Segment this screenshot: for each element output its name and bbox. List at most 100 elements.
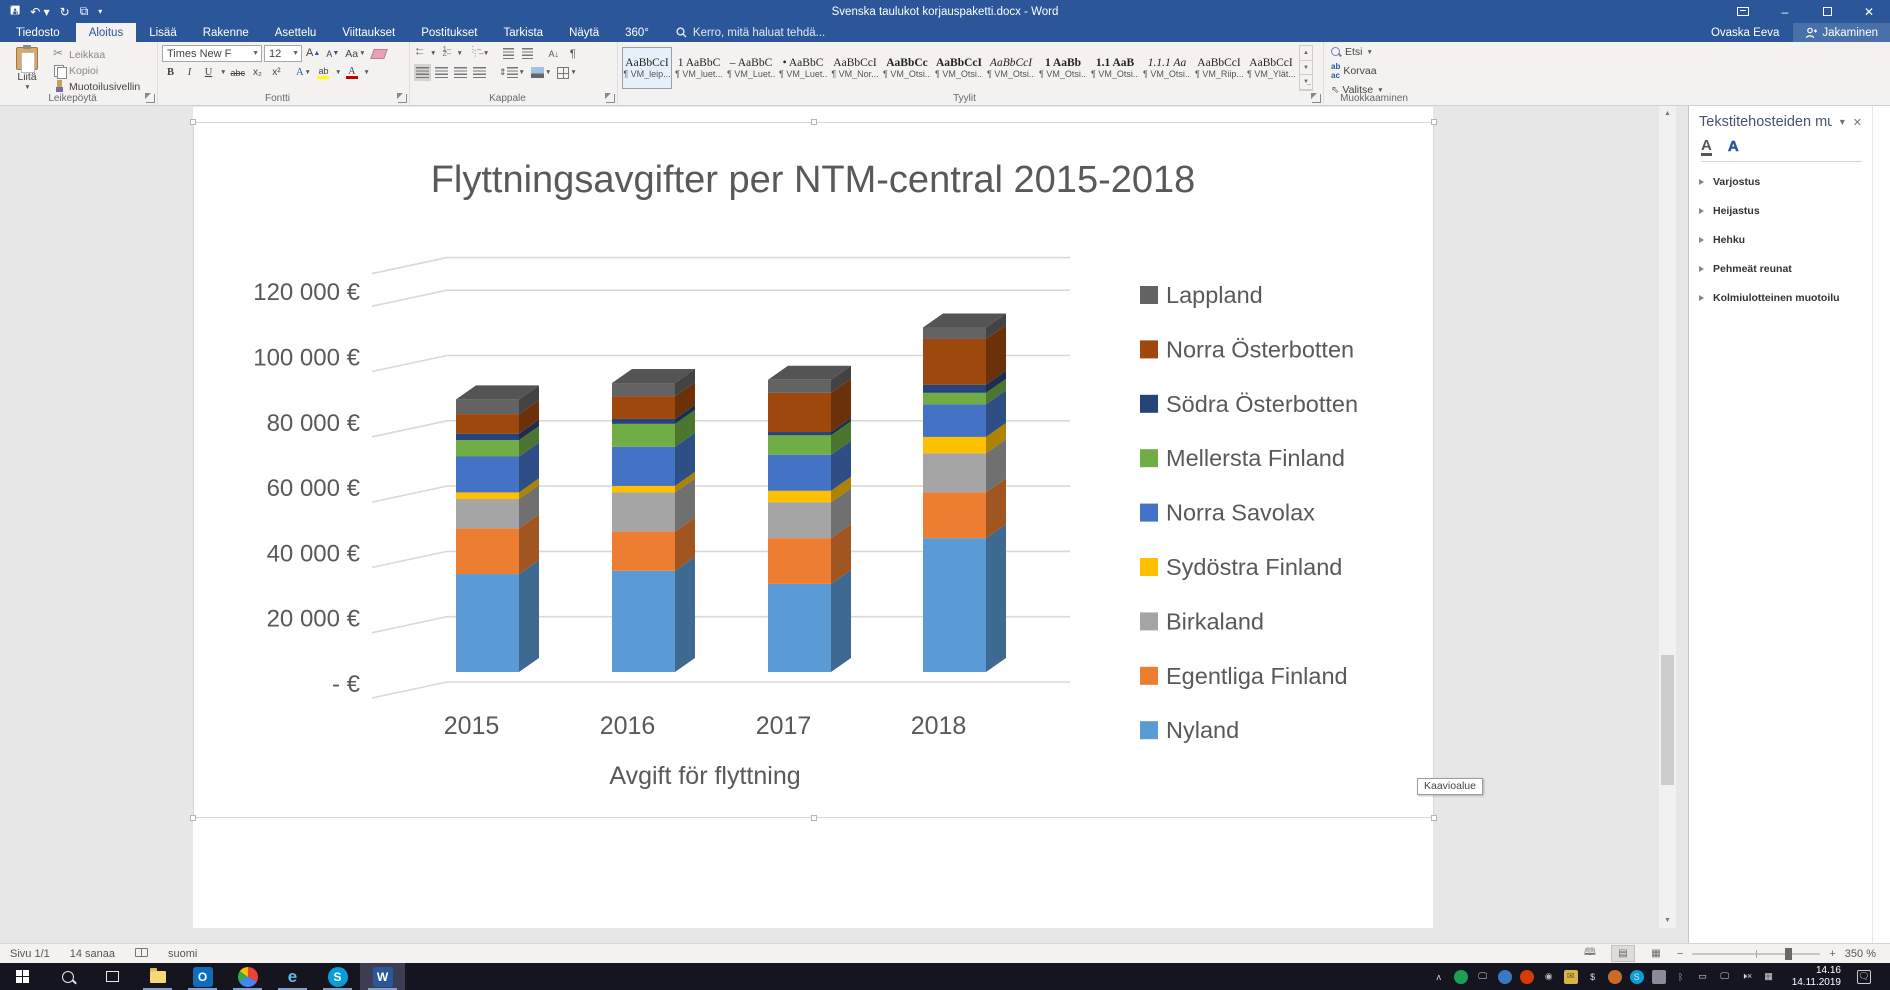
- notification-center-icon[interactable]: 🗨: [1857, 970, 1871, 984]
- zoom-in-button[interactable]: +: [1829, 948, 1835, 960]
- text-effects-tab-icon[interactable]: A: [1728, 138, 1739, 156]
- selection-handle[interactable]: [190, 815, 196, 821]
- mail-tray-icon[interactable]: ✉: [1564, 970, 1578, 984]
- security-tray-icon[interactable]: [1520, 970, 1534, 984]
- clear-formatting-button[interactable]: [370, 45, 388, 62]
- superscript-button[interactable]: x²: [268, 64, 285, 81]
- style-chip[interactable]: AaBbCcI¶ VM_Nor...: [830, 47, 880, 89]
- subscript-button[interactable]: x₂: [249, 64, 266, 81]
- line-spacing-button[interactable]: ⇕▼: [497, 64, 527, 81]
- justify-button[interactable]: [471, 64, 488, 81]
- language-indicator[interactable]: suomi: [158, 948, 207, 960]
- bluetooth-tray-icon[interactable]: ᛒ: [1674, 970, 1688, 984]
- expand-triangle-icon[interactable]: [1699, 179, 1704, 185]
- change-case-button[interactable]: Aa▼: [343, 45, 367, 62]
- styles-scroll-up-icon[interactable]: ▲: [1300, 46, 1312, 61]
- style-chip[interactable]: • AaBbC¶ VM_Luet...: [778, 47, 828, 89]
- scroll-down-icon[interactable]: ▼: [1659, 913, 1676, 928]
- zoom-slider[interactable]: [1692, 953, 1820, 955]
- style-chip[interactable]: – AaBbC¶ VM_Luet...: [726, 47, 776, 89]
- antivirus-tray-icon[interactable]: [1454, 970, 1468, 984]
- pane-item-heijastus[interactable]: Heijastus: [1699, 205, 1862, 217]
- style-chip[interactable]: AaBbCcI¶ VM_Otsi...: [934, 47, 984, 89]
- tab-aloitus[interactable]: Aloitus: [76, 23, 137, 42]
- styles-dialog-launcher[interactable]: [1312, 94, 1321, 103]
- tab-asettelu[interactable]: Asettelu: [262, 23, 330, 42]
- selection-handle[interactable]: [811, 815, 817, 821]
- pane-close-icon[interactable]: ✕: [1853, 116, 1862, 129]
- page-indicator[interactable]: Sivu 1/1: [0, 948, 60, 960]
- internet-explorer-icon[interactable]: e: [270, 963, 315, 990]
- tell-me-search[interactable]: Kerro, mitä haluat tehdä...: [676, 23, 825, 42]
- updates-tray-icon[interactable]: [1608, 970, 1622, 984]
- pane-scrollbar[interactable]: [1873, 106, 1890, 943]
- network-tray-icon[interactable]: 🖵: [1718, 970, 1732, 984]
- show-formatting-button[interactable]: ¶: [564, 45, 581, 62]
- style-chip[interactable]: 1.1.1 Aa¶ VM_Otsi...: [1142, 47, 1192, 89]
- tab-tiedosto[interactable]: Tiedosto: [0, 23, 76, 42]
- signed-in-user[interactable]: Ovaska Eeva: [1697, 27, 1793, 39]
- vpn-tray-icon[interactable]: [1652, 970, 1666, 984]
- style-chip[interactable]: AaBbCcI¶ VM_Ylät...: [1246, 47, 1296, 89]
- style-chip[interactable]: AaBbCcI¶ VM_leip...: [622, 47, 672, 89]
- selection-handle[interactable]: [811, 119, 817, 125]
- multilevel-list-button[interactable]: ⋮– ⋮–▼: [467, 45, 491, 62]
- tab-lisää[interactable]: Lisää: [136, 23, 190, 42]
- display-tray-icon[interactable]: 🖵: [1476, 970, 1490, 984]
- vertical-scroll-thumb[interactable]: [1661, 655, 1674, 785]
- font-color-button[interactable]: A: [343, 64, 360, 81]
- align-right-button[interactable]: [452, 64, 469, 81]
- sync-tray-icon[interactable]: [1498, 970, 1512, 984]
- pane-item-varjostus[interactable]: Varjostus: [1699, 176, 1862, 188]
- bold-button[interactable]: B: [162, 64, 179, 81]
- expand-triangle-icon[interactable]: [1699, 237, 1704, 243]
- grid-tray-icon[interactable]: ▦: [1762, 970, 1776, 984]
- text-fill-outline-tab-icon[interactable]: A: [1701, 138, 1712, 156]
- font-size-combo[interactable]: 12▼: [264, 45, 302, 62]
- grow-font-button[interactable]: A▲: [304, 45, 322, 62]
- document-area[interactable]: Flyttningsavgifter per NTM-central 2015-…: [0, 106, 1676, 928]
- tab-näytä[interactable]: Näytä: [556, 23, 612, 42]
- font-dialog-launcher[interactable]: [398, 94, 407, 103]
- style-chip[interactable]: AaBbCcI¶ VM_Otsi...: [986, 47, 1036, 89]
- file-explorer-icon[interactable]: [135, 963, 180, 990]
- zoom-slider-thumb[interactable]: [1785, 948, 1792, 960]
- tab-360°[interactable]: 360°: [612, 23, 662, 42]
- format-painter-button[interactable]: Muotoilusivellin: [50, 79, 143, 94]
- highlight-color-button[interactable]: ab: [315, 64, 332, 81]
- tab-rakenne[interactable]: Rakenne: [190, 23, 262, 42]
- styles-more-icon[interactable]: ▼̲: [1300, 75, 1312, 90]
- style-chip[interactable]: AaBbCc¶ VM_Otsi...: [882, 47, 932, 89]
- close-button[interactable]: ✕: [1848, 0, 1890, 23]
- paragraph-dialog-launcher[interactable]: [606, 94, 615, 103]
- chrome-icon[interactable]: [225, 963, 270, 990]
- style-chip[interactable]: AaBbCcI¶ VM_Riip...: [1194, 47, 1244, 89]
- sort-button[interactable]: A↓: [545, 45, 562, 62]
- web-layout-icon[interactable]: ▦: [1644, 945, 1668, 962]
- print-layout-icon[interactable]: ▤: [1611, 945, 1635, 962]
- outlook-icon[interactable]: O: [180, 963, 225, 990]
- expand-triangle-icon[interactable]: [1699, 208, 1704, 214]
- align-left-button[interactable]: [414, 64, 431, 81]
- align-center-button[interactable]: [433, 64, 450, 81]
- expand-triangle-icon[interactable]: [1699, 266, 1704, 272]
- proofing-book-icon[interactable]: [125, 948, 158, 960]
- font-name-combo[interactable]: Times New F▼: [162, 45, 262, 62]
- decrease-indent-button[interactable]: [500, 45, 517, 62]
- chart-area[interactable]: Flyttningsavgifter per NTM-central 2015-…: [193, 122, 1434, 818]
- eye-tray-icon[interactable]: ◉: [1542, 970, 1556, 984]
- styles-gallery-scroll[interactable]: ▲ ▼ ▼̲: [1299, 45, 1313, 91]
- strikethrough-button[interactable]: abc: [228, 64, 247, 81]
- style-chip[interactable]: 1 AaBb¶ VM_Otsi...: [1038, 47, 1088, 89]
- selection-handle[interactable]: [1431, 815, 1437, 821]
- italic-button[interactable]: I: [181, 64, 198, 81]
- expand-triangle-icon[interactable]: [1699, 295, 1704, 301]
- selection-handle[interactable]: [1431, 119, 1437, 125]
- word-icon[interactable]: W: [360, 963, 405, 990]
- tab-postitukset[interactable]: Postitukset: [408, 23, 490, 42]
- numbering-button[interactable]: 1–2–▼: [440, 45, 464, 62]
- taskbar-clock[interactable]: 14.16 14.11.2019: [1784, 965, 1849, 988]
- word-count[interactable]: 14 sanaa: [60, 948, 125, 960]
- scroll-up-icon[interactable]: ▲: [1659, 106, 1676, 121]
- ribbon-display-options-icon[interactable]: [1722, 0, 1764, 23]
